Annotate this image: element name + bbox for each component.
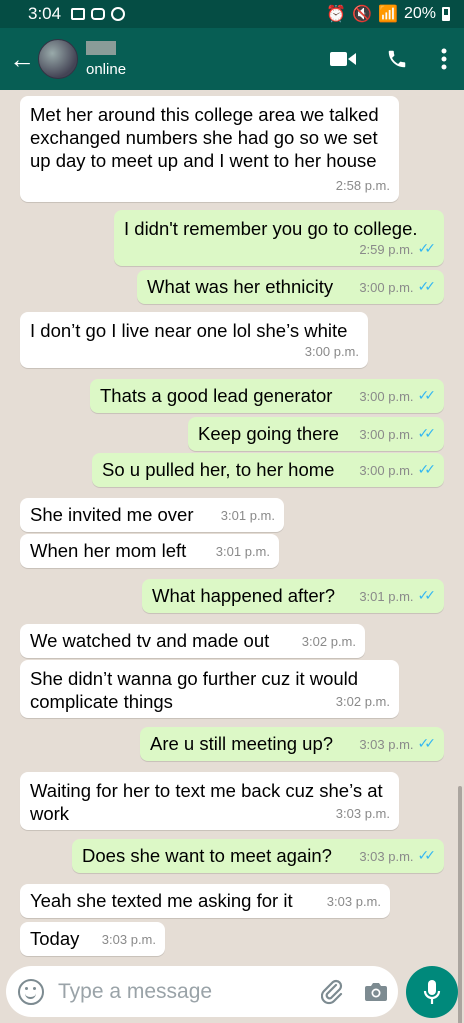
message-bubble-incoming[interactable]: She didn’t wanna go further cuz it would… <box>20 660 399 718</box>
message-time: 3:00 p.m. <box>304 344 359 359</box>
more-vertical-icon <box>441 48 447 70</box>
read-ticks-icon: ✓✓ <box>417 462 437 478</box>
read-ticks-icon: ✓✓ <box>417 426 437 442</box>
back-arrow-icon[interactable]: ← <box>6 46 38 72</box>
message-bubble-incoming[interactable]: Met her around this college area we talk… <box>20 96 399 202</box>
message-placeholder: Type a message <box>58 979 213 1003</box>
camera-icon <box>365 982 387 1001</box>
read-ticks-icon: ✓✓ <box>417 279 437 295</box>
mute-icon: 🔇 <box>352 6 373 23</box>
read-ticks-icon: ✓✓ <box>417 388 437 404</box>
battery-icon <box>442 7 450 21</box>
message-bubble-outgoing[interactable]: What was her ethnicity 3:00 p.m. ✓✓ <box>137 270 444 304</box>
gallery-icon <box>71 8 86 20</box>
message-text: I didn't remember you go to college. <box>124 218 418 239</box>
read-ticks-icon: ✓✓ <box>417 588 437 604</box>
message-time: 3:01 p.m. <box>359 589 414 604</box>
message-time: 2:58 p.m. <box>335 178 390 193</box>
message-time: 3:00 p.m. <box>359 463 414 478</box>
voice-call-button[interactable] <box>370 48 424 70</box>
message-bubble-incoming[interactable]: Waiting for her to text me back cuz she’… <box>20 772 399 830</box>
emoji-icon[interactable] <box>18 978 44 1005</box>
notification-icons <box>71 7 126 21</box>
wifi-icon: 📶 <box>378 6 398 23</box>
message-time: 3:03 p.m. <box>101 932 156 947</box>
camera-button[interactable] <box>354 982 398 1002</box>
message-bubble-outgoing[interactable]: Thats a good lead generator 3:00 p.m. ✓✓ <box>90 379 444 413</box>
instagram-icon <box>91 8 106 20</box>
message-input[interactable]: Type a message <box>6 966 398 1017</box>
message-time: 3:02 p.m. <box>301 634 356 649</box>
more-options-button[interactable] <box>424 48 464 70</box>
message-time: 3:00 p.m. <box>359 427 414 442</box>
read-ticks-icon: ✓✓ <box>417 241 437 257</box>
video-call-button[interactable] <box>316 50 370 68</box>
message-bubble-incoming[interactable]: When her mom left 3:01 p.m. <box>20 534 279 568</box>
message-time: 2:59 p.m. <box>359 242 414 257</box>
message-bubble-outgoing[interactable]: So u pulled her, to her home 3:00 p.m. ✓✓ <box>92 453 444 487</box>
message-time: 3:00 p.m. <box>359 280 414 295</box>
contact-avatar[interactable] <box>38 39 78 79</box>
message-bubble-incoming[interactable]: Yeah she texted me asking for it 3:03 p.… <box>20 884 390 918</box>
message-bubble-outgoing[interactable]: Keep going there 3:00 p.m. ✓✓ <box>188 417 444 451</box>
attach-button[interactable] <box>310 979 354 1005</box>
facebook-icon <box>111 7 126 21</box>
message-time: 3:03 p.m. <box>326 894 381 909</box>
message-bubble-outgoing[interactable]: Does she want to meet again? 3:03 p.m. ✓✓ <box>72 839 444 873</box>
message-bubble-incoming[interactable]: She invited me over 3:01 p.m. <box>20 498 284 532</box>
message-bubble-outgoing[interactable]: I didn't remember you go to college. 2:5… <box>114 210 444 266</box>
message-time: 3:01 p.m. <box>215 544 270 559</box>
microphone-icon <box>423 980 441 1004</box>
read-ticks-icon: ✓✓ <box>417 848 437 864</box>
message-time: 3:00 p.m. <box>359 389 414 404</box>
status-time: 3:04 <box>28 4 62 23</box>
message-time: 3:02 p.m. <box>335 694 390 709</box>
message-time: 3:03 p.m. <box>359 737 414 752</box>
paperclip-icon <box>321 979 343 1004</box>
chat-header: ← online <box>0 28 464 90</box>
contact-info[interactable]: online <box>86 40 127 78</box>
message-time: 3:03 p.m. <box>359 849 414 864</box>
voice-message-button[interactable] <box>406 966 458 1018</box>
contact-status: online <box>86 60 127 78</box>
message-bubble-outgoing[interactable]: Are u still meeting up? 3:03 p.m. ✓✓ <box>140 727 444 761</box>
status-bar: 3:04 ⏰ 🔇 📶 20% <box>0 0 464 28</box>
battery-percent: 20% <box>403 5 436 22</box>
video-camera-icon <box>330 52 356 66</box>
alarm-icon: ⏰ <box>326 6 347 23</box>
read-ticks-icon: ✓✓ <box>417 736 437 752</box>
message-bubble-incoming[interactable]: I don’t go I live near one lol she’s whi… <box>20 312 368 368</box>
message-bubble-incoming[interactable]: Today 3:03 p.m. <box>20 922 165 956</box>
message-list[interactable]: Met her around this college area we talk… <box>0 90 464 1023</box>
message-bubble-outgoing[interactable]: What happened after? 3:01 p.m. ✓✓ <box>142 579 444 613</box>
message-bubble-incoming[interactable]: We watched tv and made out 3:02 p.m. <box>20 624 365 658</box>
message-text: I don’t go I live near one lol she’s whi… <box>30 320 348 341</box>
phone-icon <box>388 50 406 68</box>
message-time: 3:01 p.m. <box>220 508 275 523</box>
message-text: Met her around this college area we talk… <box>30 104 379 171</box>
system-icons: ⏰ 🔇 📶 20% <box>326 4 450 24</box>
contact-name-redacted <box>86 40 116 55</box>
composer-bar: Type a message <box>0 960 464 1023</box>
message-time: 3:03 p.m. <box>335 806 390 821</box>
